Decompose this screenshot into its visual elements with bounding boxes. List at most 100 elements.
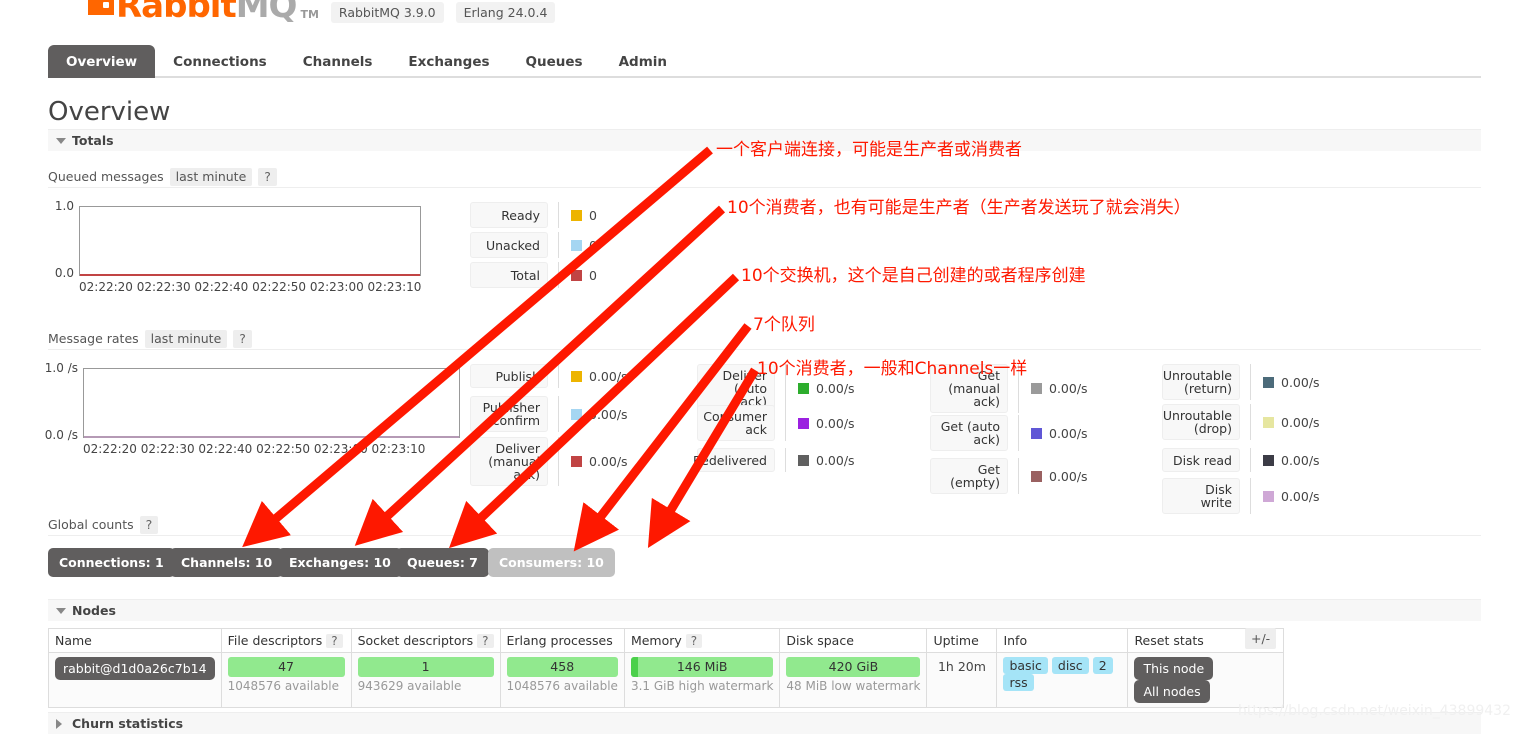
info-badge-basic[interactable]: basic	[1003, 657, 1048, 674]
th-socket-descriptors-label: Socket descriptors	[357, 633, 474, 648]
rate-unroutable-drop-label: Unroutable (drop)	[1162, 404, 1240, 440]
message-rates-period[interactable]: last minute	[144, 330, 228, 348]
section-nodes-label: Nodes	[72, 603, 116, 618]
section-nodes[interactable]: Nodes	[48, 599, 1481, 621]
cell-info: basic disc 2 rss	[996, 652, 1129, 708]
socket-descriptors-help-icon[interactable]: ?	[477, 634, 494, 648]
rate-redelivered: Redelivered 0.00/s	[693, 448, 855, 472]
file-descriptors-help-icon[interactable]: ?	[326, 634, 343, 648]
annotation-channels: 10个消费者，也有可能是生产者（生产者发送玩了就会消失）	[727, 198, 1191, 218]
rate-disk-write: Disk write 0.00/s	[1162, 478, 1320, 514]
global-count-channels-label: Channels:	[181, 555, 255, 570]
info-badge-rss[interactable]: rss	[1003, 674, 1034, 691]
memory-help-icon[interactable]: ?	[685, 634, 703, 648]
global-count-connections[interactable]: Connections: 1	[48, 548, 175, 577]
queued-messages-period[interactable]: last minute	[169, 168, 253, 186]
erlang-processes-bar: 458	[506, 657, 618, 677]
info-badge-disc[interactable]: disc	[1051, 657, 1089, 674]
chevron-down-icon	[56, 608, 66, 614]
tab-channels[interactable]: Channels	[285, 45, 391, 78]
rate-get-empty-value: 0.00/s	[1049, 468, 1088, 484]
rate-redelivered-label: Redelivered	[693, 448, 775, 472]
tab-admin[interactable]: Admin	[601, 45, 685, 78]
message-rates-help-icon[interactable]: ?	[233, 330, 252, 348]
rate-get-auto-ack-label: Get (auto ack)	[930, 415, 1008, 451]
rate-unroutable-drop-swatch	[1263, 416, 1274, 428]
rate-deliver-manual-ack-swatch	[571, 456, 582, 467]
disk-space-value: 420 GiB	[828, 659, 879, 674]
rate-deliver-auto-ack-swatch	[798, 383, 809, 394]
global-counts-help-icon[interactable]: ?	[139, 516, 159, 534]
global-count-exchanges-value: 10	[373, 555, 391, 570]
global-count-queues[interactable]: Queues: 7	[396, 548, 489, 577]
rate-unroutable-drop: Unroutable (drop) 0.00/s	[1162, 404, 1320, 440]
rate-publish: Publish 0.00/s	[470, 364, 628, 388]
tab-exchanges[interactable]: Exchanges	[390, 45, 507, 78]
divider	[558, 437, 559, 486]
cell-reset-stats: This nodeAll nodes	[1127, 652, 1285, 708]
file-descriptors-sub: 1048576 available	[227, 679, 339, 693]
rate-publish-value: 0.00/s	[589, 368, 628, 384]
message-rates-header: Message rates last minute ?	[48, 330, 1481, 350]
queued-messages-baseline	[80, 274, 420, 276]
main-nav: Overview Connections Channels Exchanges …	[48, 45, 1481, 78]
memory-bar: 146 MiB	[630, 657, 774, 677]
cell-memory: 146 MiB 3.1 GiB high watermark	[623, 652, 781, 708]
site-watermark: https://blog.csdn.net/weixin_43899432	[1237, 703, 1511, 719]
nodes-table: Name File descriptors? Socket descriptor…	[48, 628, 1285, 708]
queued-messages-help-icon[interactable]: ?	[258, 168, 277, 186]
global-count-channels[interactable]: Channels: 10	[170, 548, 284, 577]
tab-queues[interactable]: Queues	[508, 45, 601, 78]
rabbitmq-logo[interactable]: RabbitMQ TM RabbitMQ 3.9.0 Erlang 24.0.4	[88, 0, 556, 26]
global-count-consumers[interactable]: Consumers: 10	[488, 548, 615, 577]
global-count-exchanges[interactable]: Exchanges: 10	[278, 548, 402, 577]
logo-rabbit-text: Rabbit	[116, 0, 237, 26]
node-name-badge[interactable]: rabbit@d1d0a26c7b14	[55, 657, 215, 680]
reset-this-node-button[interactable]: This node	[1134, 657, 1214, 680]
page-title: Overview	[48, 97, 171, 127]
rate-get-manual-ack-value: 0.00/s	[1049, 381, 1088, 396]
file-descriptors-bar: 47	[227, 657, 345, 677]
rate-deliver-manual-ack-label: Deliver (manual ack)	[470, 437, 548, 486]
divider	[785, 405, 786, 441]
reset-all-nodes-button[interactable]: All nodes	[1134, 680, 1210, 703]
queued-y-max-label: 1.0	[54, 199, 74, 213]
divider	[558, 232, 559, 258]
rates-y-min-label: 0.0 /s	[44, 428, 78, 442]
queued-messages-title: Queued messages	[48, 169, 164, 184]
socket-descriptors-sub: 943629 available	[357, 679, 462, 693]
rate-disk-write-swatch	[1263, 490, 1274, 502]
tab-overview[interactable]: Overview	[48, 45, 156, 78]
stat-unacked-swatch	[571, 239, 582, 251]
rate-get-manual-ack: Get (manual ack) 0.00/s	[930, 364, 1088, 413]
info-badge-count[interactable]: 2	[1092, 657, 1113, 674]
tab-connections[interactable]: Connections	[155, 45, 285, 78]
th-memory: Memory?	[623, 628, 781, 653]
section-totals[interactable]: Totals	[48, 129, 1481, 151]
rate-publisher-confirm-value: 0.00/s	[589, 406, 628, 422]
global-count-exchanges-label: Exchanges:	[289, 555, 374, 570]
cell-socket-descriptors: 1 943629 available	[350, 652, 501, 708]
message-rates-x-ticks: 02:22:20 02:22:30 02:22:40 02:22:50 02:2…	[83, 442, 426, 456]
section-churn-label: Churn statistics	[72, 716, 184, 731]
memory-sub: 3.1 GiB high watermark	[630, 679, 774, 693]
th-file-descriptors: File descriptors?	[220, 628, 352, 653]
section-totals-label: Totals	[72, 133, 114, 148]
column-toggle-button[interactable]: +/-	[1245, 628, 1277, 649]
rabbitmq-logo-mark-icon	[88, 0, 114, 15]
rate-get-manual-ack-swatch	[1031, 383, 1042, 394]
logo-trademark: TM	[300, 7, 319, 21]
global-counts-title: Global counts	[48, 517, 134, 532]
erlang-processes-sub: 1048576 available	[506, 679, 618, 693]
version-pill: RabbitMQ 3.9.0	[330, 1, 444, 23]
stat-total-label: Total	[470, 262, 548, 288]
table-header-row: Name File descriptors? Socket descriptor…	[48, 628, 1285, 653]
rabbitmq-management-overview: RabbitMQ TM RabbitMQ 3.9.0 Erlang 24.0.4 …	[0, 0, 1529, 734]
rates-y-max-label: 1.0 /s	[44, 361, 78, 375]
rate-get-auto-ack: Get (auto ack) 0.00/s	[930, 415, 1088, 451]
rate-disk-read: Disk read 0.00/s	[1162, 448, 1320, 472]
global-counts-header: Global counts ?	[48, 516, 1481, 536]
divider	[1250, 364, 1251, 400]
stat-unacked-value: 0	[589, 237, 597, 253]
queued-messages-chart	[79, 206, 421, 276]
